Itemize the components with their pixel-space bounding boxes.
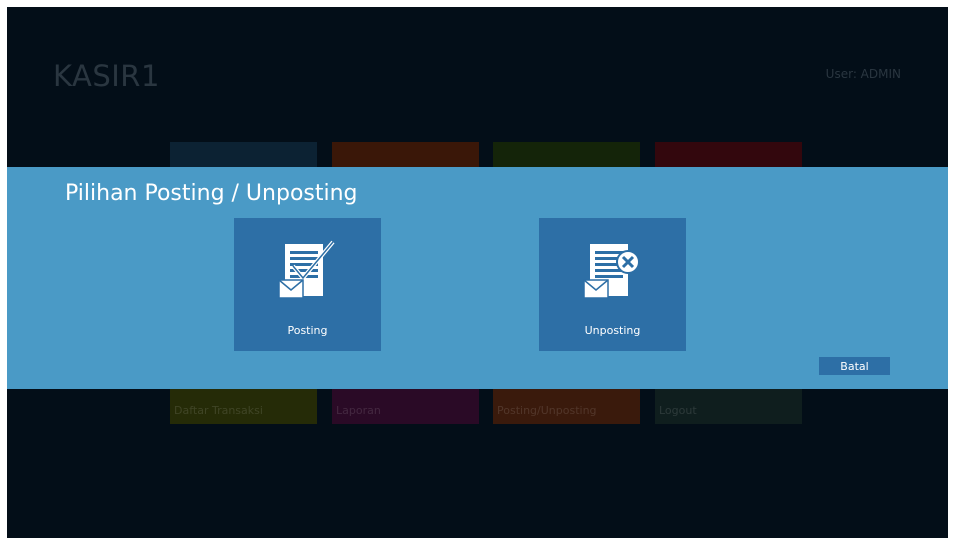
menu-tile-label: Daftar Transaksi [174, 404, 263, 417]
document-x-envelope-icon [583, 244, 640, 299]
menu-tile-daftar-transaksi: Daftar Transaksi [170, 385, 317, 424]
app-title: KASIR1 [53, 59, 160, 93]
posting-option-label: Posting [287, 324, 328, 337]
dialog-title: Pilihan Posting / Unposting [65, 181, 358, 206]
menu-tile-label: Laporan [336, 404, 381, 417]
unposting-option-label: Unposting [584, 324, 641, 337]
document-check-envelope-icon [278, 240, 335, 299]
posting-option-button[interactable]: Posting [234, 218, 381, 351]
menu-tile-label: Logout [659, 404, 697, 417]
unposting-option-button[interactable]: Unposting [539, 218, 686, 351]
menu-tile-posting-unposting: Posting/Unposting [493, 385, 640, 424]
menu-tile-laporan: Laporan [332, 385, 479, 424]
posting-dialog: Pilihan Posting / Unposting Posting Unpo… [7, 167, 948, 389]
cancel-button[interactable]: Batal [819, 357, 890, 375]
menu-tile-label: Posting/Unposting [497, 404, 597, 417]
user-label: User: ADMIN [825, 67, 901, 81]
menu-tile-logout: Logout [655, 385, 802, 424]
